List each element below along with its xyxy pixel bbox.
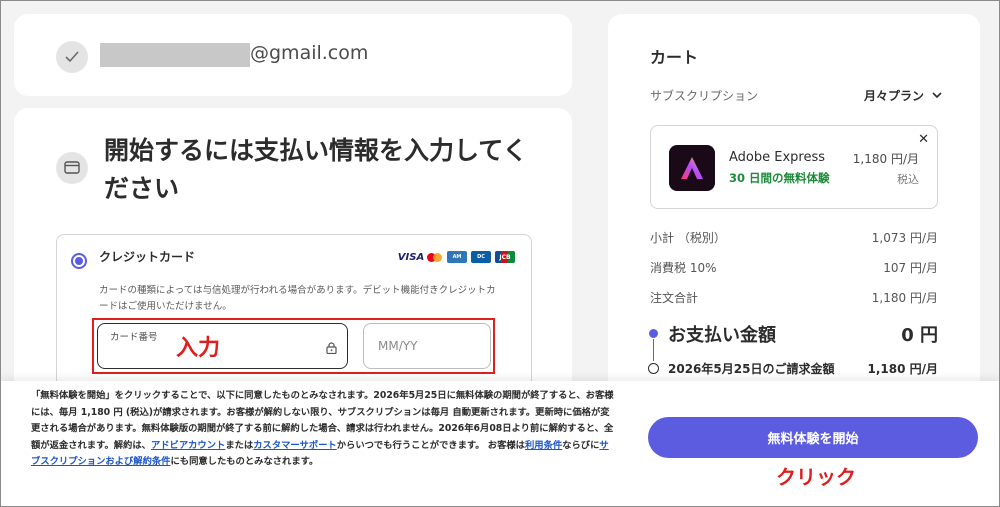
start-free-trial-button[interactable]: 無料体験を開始 (648, 417, 978, 458)
terms-part: からいつでも行うことができます。 お客様は (336, 439, 525, 451)
subscription-label: サブスクリプション (650, 89, 759, 103)
timeline-dot-next (648, 363, 659, 374)
credit-card-icon (56, 152, 88, 184)
bill-amount: 1,180 円/月 (867, 362, 938, 376)
visa-icon: VISA (397, 251, 425, 263)
credit-card-label: クレジットカード (99, 250, 196, 264)
card-brands: VISA AM DC JCB (397, 251, 515, 263)
input-annotation: 入力 (176, 336, 221, 361)
check-icon (56, 41, 88, 73)
tax-label: 消費税 10% (650, 261, 717, 275)
page-title: 開始するには支払い情報を入力してください (104, 136, 528, 203)
terms-of-use-link[interactable]: 利用条件 (525, 440, 562, 451)
total-label: 注文合計 (650, 291, 699, 305)
total-value: 1,180 円/月 (871, 291, 938, 305)
click-annotation: クリック (776, 465, 856, 489)
adobe-account-link[interactable]: アドビアカウント (151, 440, 225, 451)
amex-icon: AM (447, 251, 467, 263)
email-redacted (100, 43, 250, 67)
terms-part: ならびに (562, 439, 600, 451)
credit-card-radio[interactable] (71, 253, 87, 269)
pay-amount: 0 円 (901, 325, 938, 346)
pay-label: お支払い金額 (668, 325, 776, 346)
chevron-down-icon (932, 92, 942, 99)
cart-title: カート (650, 48, 699, 67)
tax-row: 消費税 10% 107 円/月 (650, 259, 938, 276)
adobe-express-logo-icon (669, 145, 715, 191)
cart-panel: カート サブスクリプション 月々プラン Adobe Express 30 日間の… (608, 14, 980, 394)
product-trial: 30 日間の無料体験 (729, 171, 830, 185)
product-item: Adobe Express 30 日間の無料体験 1,180 円/月 税込 ✕ (650, 125, 938, 209)
checkout-footer: 「無料体験を開始」をクリックすることで、以下に同意したものとみなされます。202… (1, 381, 999, 506)
timeline-line (653, 339, 654, 361)
subtotal-label: 小計 （税別） (650, 231, 726, 245)
terms-part: にも同意したものとみなされます。 (170, 456, 319, 467)
terms-text: 「無料体験を開始」をクリックすることで、以下に同意したものとみなされます。202… (31, 388, 616, 471)
email-domain: @gmail.com (250, 42, 369, 64)
terms-part: または (225, 439, 254, 451)
timeline-dot-current (649, 329, 658, 338)
account-card: @gmail.com (14, 14, 572, 96)
subscription-row: サブスクリプション 月々プラン (650, 87, 942, 104)
plan-select[interactable]: 月々プラン (864, 87, 942, 104)
card-note: カードの種類によっては与信処理が行われる場合があります。デビット機能付きクレジッ… (99, 285, 496, 312)
product-tax-note: 税込 (897, 173, 919, 186)
product-price: 1,180 円/月 (852, 152, 919, 166)
total-row: 注文合計 1,180 円/月 (650, 289, 938, 306)
jcb-icon: JCB (495, 251, 515, 263)
bill-date-label: 2026年5月25日のご請求金額 (668, 362, 835, 376)
subtotal-value: 1,073 円/月 (871, 231, 938, 245)
diners-icon: DC (471, 251, 491, 263)
customer-support-link[interactable]: カスタマーサポート (253, 440, 337, 451)
plan-value: 月々プラン (863, 89, 924, 103)
product-name: Adobe Express (729, 150, 826, 165)
remove-product-icon[interactable]: ✕ (918, 132, 929, 147)
mastercard-icon (427, 251, 443, 263)
input-highlight-box (92, 318, 495, 374)
subtotal-row: 小計 （税別） 1,073 円/月 (650, 229, 938, 246)
tax-value: 107 円/月 (883, 261, 938, 275)
